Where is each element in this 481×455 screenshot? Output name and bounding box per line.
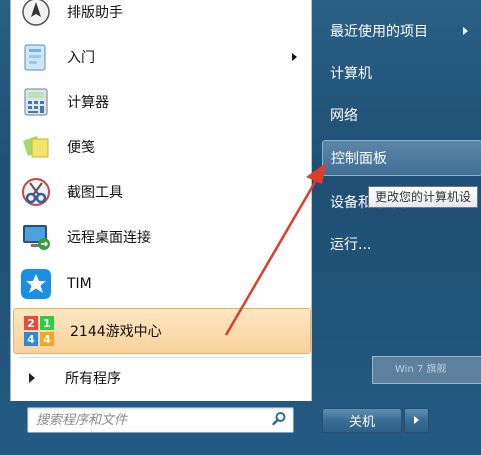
start-menu: 排版助手 入门 计算器 便笺 截图工具 远程桌面连接 TIM 2 1 4 4 2… — [0, 0, 481, 455]
program-label: 排版助手 — [67, 5, 123, 21]
program-label: 入门 — [67, 50, 95, 66]
right-link-network[interactable]: 网络 — [322, 95, 472, 135]
tooltip-text: 更改您的计算机设 — [375, 190, 472, 204]
background-window: Win 7 旗舰 — [372, 356, 481, 384]
program-item-remote-desktop[interactable]: 远程桌面连接 — [11, 215, 311, 259]
game-center-2144-icon: 2 1 4 4 — [22, 314, 56, 348]
remote-desktop-icon — [19, 220, 53, 254]
svg-text:4: 4 — [27, 333, 35, 346]
getting-started-icon — [19, 40, 53, 74]
right-link-label: 计算机 — [330, 66, 372, 82]
sticky-notes-icon — [19, 130, 53, 164]
right-link-label: 运行... — [330, 237, 372, 253]
chevron-right-icon — [414, 416, 419, 424]
right-link-control-panel[interactable]: 控制面板 — [322, 140, 481, 176]
shutdown-options-button[interactable] — [404, 408, 429, 433]
divider — [19, 357, 303, 358]
typesetting-pen-icon — [19, 0, 53, 29]
tooltip: 更改您的计算机设 — [368, 186, 479, 208]
search-icon[interactable] — [271, 411, 287, 431]
program-item-sticky-notes[interactable]: 便笺 — [11, 125, 311, 169]
right-link-label: 最近使用的项目 — [330, 24, 428, 40]
submenu-arrow-icon — [463, 27, 468, 35]
tim-star-icon — [19, 267, 53, 301]
expand-arrow-icon — [29, 373, 35, 383]
svg-text:4: 4 — [43, 333, 51, 346]
submenu-arrow-icon — [292, 53, 297, 61]
program-label: 远程桌面连接 — [67, 230, 151, 246]
snipping-tool-icon — [19, 175, 53, 209]
search-input[interactable] — [34, 408, 268, 432]
all-programs-label: 所有程序 — [65, 371, 121, 387]
program-item-tim[interactable]: TIM — [11, 262, 311, 306]
right-link-label: 网络 — [330, 108, 358, 124]
program-item-calculator[interactable]: 计算器 — [11, 80, 311, 124]
program-item-typesetting[interactable]: 排版助手 — [11, 0, 311, 34]
svg-text:2: 2 — [27, 317, 35, 330]
right-link-label: 控制面板 — [331, 151, 387, 167]
all-programs-button[interactable]: 所有程序 — [11, 360, 311, 396]
program-label: 便笺 — [67, 140, 95, 156]
program-item-getting-started[interactable]: 入门 — [11, 35, 311, 79]
program-label: 2144游戏中心 — [70, 324, 162, 340]
calculator-icon — [19, 85, 53, 119]
right-link-run[interactable]: 运行... — [322, 224, 472, 264]
program-item-2144-game-center[interactable]: 2 1 4 4 2144游戏中心 — [13, 308, 311, 354]
right-link-recent-items[interactable]: 最近使用的项目 — [322, 11, 472, 51]
program-label: 截图工具 — [67, 185, 123, 201]
shutdown-button[interactable]: 关机 — [322, 408, 402, 433]
right-link-computer[interactable]: 计算机 — [322, 53, 472, 93]
svg-text:1: 1 — [43, 317, 51, 330]
program-item-snipping-tool[interactable]: 截图工具 — [11, 170, 311, 214]
shutdown-label: 关机 — [348, 415, 375, 430]
background-window-text: Win 7 旗舰 — [395, 364, 447, 375]
program-label: 计算器 — [67, 95, 109, 111]
program-list-panel: 排版助手 入门 计算器 便笺 截图工具 远程桌面连接 TIM 2 1 4 4 2… — [10, 0, 312, 401]
search-box[interactable] — [27, 407, 294, 433]
program-label: TIM — [67, 276, 92, 292]
